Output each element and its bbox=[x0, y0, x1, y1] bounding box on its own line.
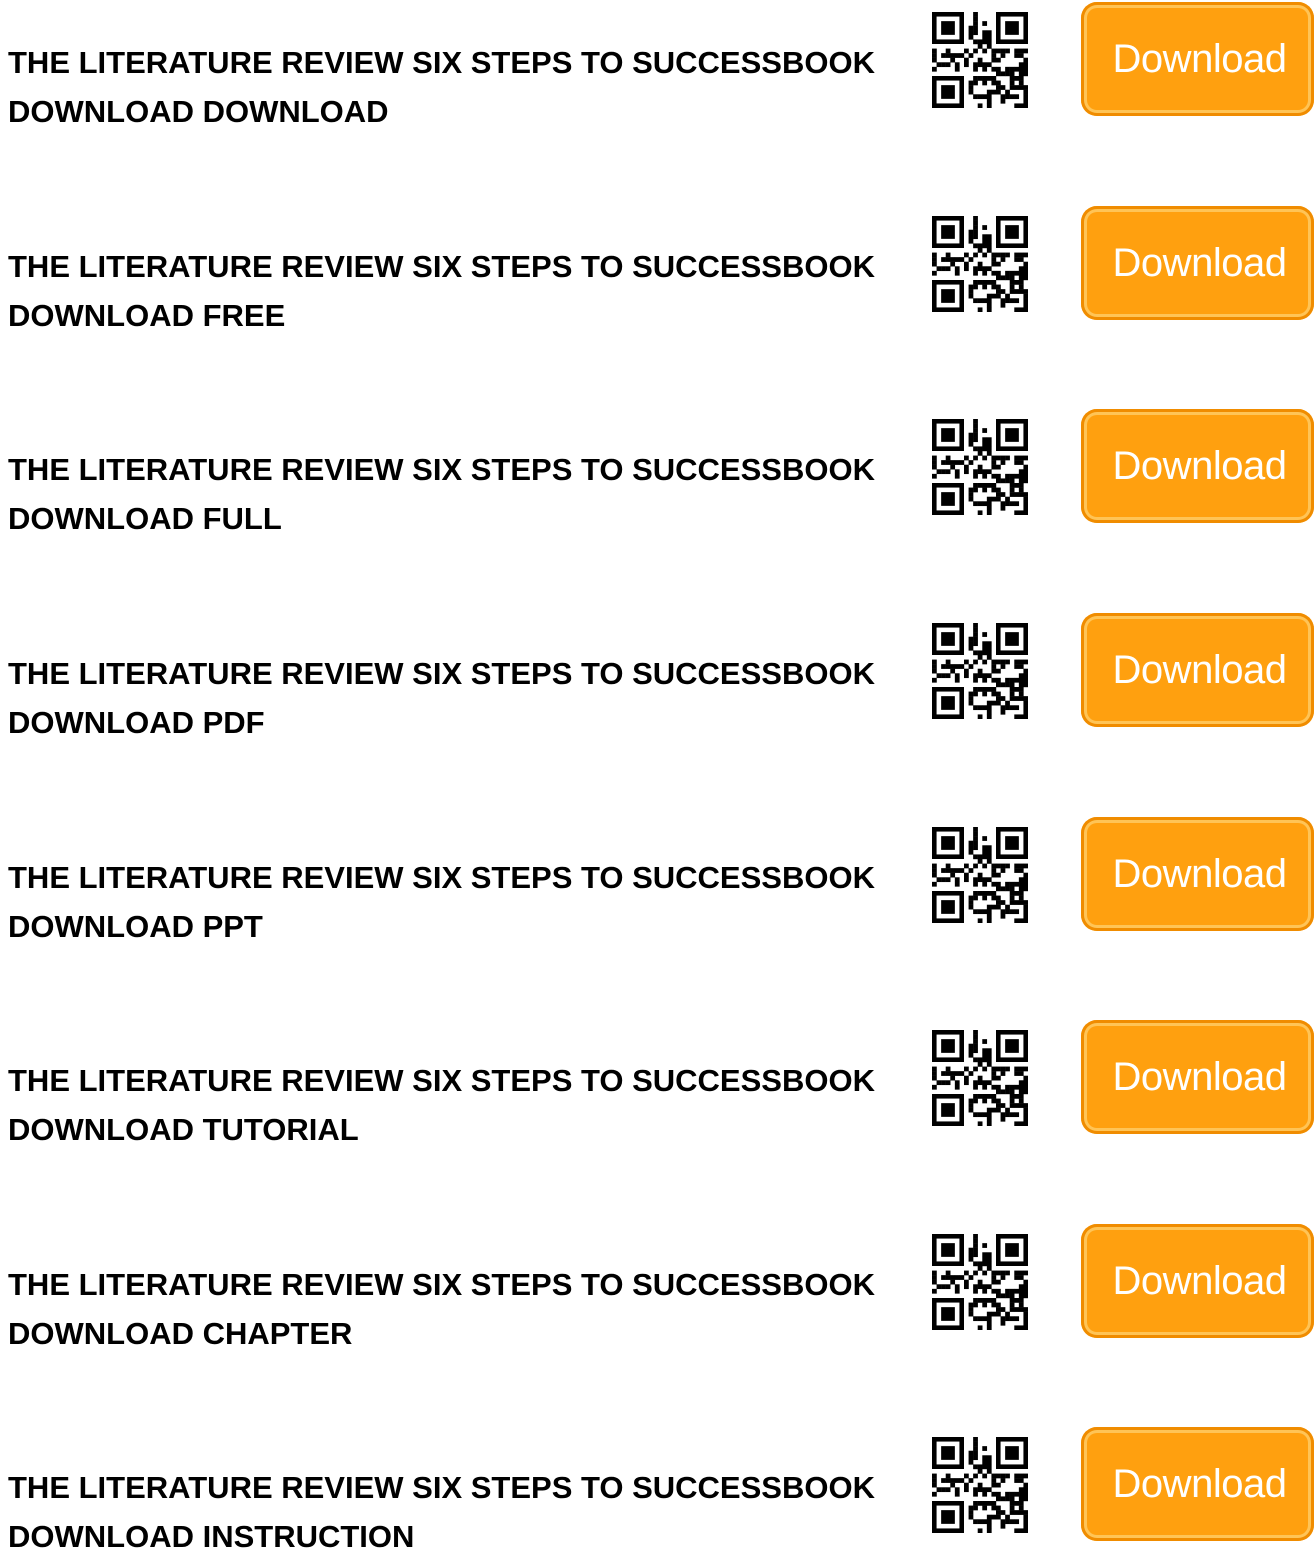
download-button-label: Download bbox=[1112, 36, 1287, 81]
qr-code-icon bbox=[932, 216, 1028, 312]
item-title: THE LITERATURE REVIEW SIX STEPS TO SUCCE… bbox=[8, 38, 918, 136]
item-title-line1: THE LITERATURE REVIEW SIX STEPS TO SUCCE… bbox=[8, 452, 875, 487]
list-item: THE LITERATURE REVIEW SIX STEPS TO SUCCE… bbox=[0, 1222, 1314, 1362]
item-title-line2: DOWNLOAD FULL bbox=[8, 501, 282, 536]
item-title: THE LITERATURE REVIEW SIX STEPS TO SUCCE… bbox=[8, 242, 918, 340]
qr-code-icon-graphic bbox=[932, 1234, 1028, 1330]
qr-code-icon bbox=[932, 419, 1028, 515]
item-title-line1: THE LITERATURE REVIEW SIX STEPS TO SUCCE… bbox=[8, 249, 875, 284]
qr-code-icon-graphic bbox=[932, 1030, 1028, 1126]
download-button-label: Download bbox=[1112, 1054, 1287, 1099]
item-title-line1: THE LITERATURE REVIEW SIX STEPS TO SUCCE… bbox=[8, 1470, 875, 1505]
qr-code-icon bbox=[932, 1437, 1028, 1533]
download-button[interactable]: Download bbox=[1081, 1020, 1314, 1134]
item-title-line2: DOWNLOAD PDF bbox=[8, 705, 265, 740]
qr-code-icon-graphic bbox=[932, 12, 1028, 108]
list-item: THE LITERATURE REVIEW SIX STEPS TO SUCCE… bbox=[0, 611, 1314, 751]
qr-code-icon-graphic bbox=[932, 1437, 1028, 1533]
list-item: THE LITERATURE REVIEW SIX STEPS TO SUCCE… bbox=[0, 1018, 1314, 1158]
item-title: THE LITERATURE REVIEW SIX STEPS TO SUCCE… bbox=[8, 1260, 918, 1358]
download-button[interactable]: Download bbox=[1081, 2, 1314, 116]
list-item: THE LITERATURE REVIEW SIX STEPS TO SUCCE… bbox=[0, 1425, 1314, 1565]
download-button[interactable]: Download bbox=[1081, 409, 1314, 523]
download-button-label: Download bbox=[1112, 851, 1287, 896]
download-button-label: Download bbox=[1112, 443, 1287, 488]
download-list: THE LITERATURE REVIEW SIX STEPS TO SUCCE… bbox=[0, 0, 1314, 1554]
list-item: THE LITERATURE REVIEW SIX STEPS TO SUCCE… bbox=[0, 204, 1314, 344]
qr-code-icon-graphic bbox=[932, 827, 1028, 923]
qr-code-icon-graphic bbox=[932, 623, 1028, 719]
download-button-label: Download bbox=[1112, 1258, 1287, 1303]
item-title-line1: THE LITERATURE REVIEW SIX STEPS TO SUCCE… bbox=[8, 45, 875, 80]
item-title: THE LITERATURE REVIEW SIX STEPS TO SUCCE… bbox=[8, 649, 918, 747]
qr-code-icon bbox=[932, 1234, 1028, 1330]
item-title-line2: DOWNLOAD FREE bbox=[8, 298, 286, 333]
download-button[interactable]: Download bbox=[1081, 817, 1314, 931]
download-button-label: Download bbox=[1112, 647, 1287, 692]
item-title: THE LITERATURE REVIEW SIX STEPS TO SUCCE… bbox=[8, 1463, 918, 1561]
download-button[interactable]: Download bbox=[1081, 1224, 1314, 1338]
item-title-line2: DOWNLOAD PPT bbox=[8, 909, 263, 944]
qr-code-icon bbox=[932, 12, 1028, 108]
qr-code-icon bbox=[932, 827, 1028, 923]
list-item: THE LITERATURE REVIEW SIX STEPS TO SUCCE… bbox=[0, 0, 1314, 140]
download-button[interactable]: Download bbox=[1081, 1427, 1314, 1541]
list-item: THE LITERATURE REVIEW SIX STEPS TO SUCCE… bbox=[0, 407, 1314, 547]
item-title-line1: THE LITERATURE REVIEW SIX STEPS TO SUCCE… bbox=[8, 656, 875, 691]
item-title-line2: DOWNLOAD DOWNLOAD bbox=[8, 94, 389, 129]
download-button[interactable]: Download bbox=[1081, 613, 1314, 727]
item-title-line1: THE LITERATURE REVIEW SIX STEPS TO SUCCE… bbox=[8, 1267, 875, 1302]
qr-code-icon bbox=[932, 1030, 1028, 1126]
item-title-line1: THE LITERATURE REVIEW SIX STEPS TO SUCCE… bbox=[8, 1063, 875, 1098]
qr-code-icon bbox=[932, 623, 1028, 719]
item-title: THE LITERATURE REVIEW SIX STEPS TO SUCCE… bbox=[8, 853, 918, 951]
item-title-line2: DOWNLOAD CHAPTER bbox=[8, 1316, 353, 1351]
download-button-label: Download bbox=[1112, 1461, 1287, 1506]
list-item: THE LITERATURE REVIEW SIX STEPS TO SUCCE… bbox=[0, 815, 1314, 955]
item-title-line1: THE LITERATURE REVIEW SIX STEPS TO SUCCE… bbox=[8, 860, 875, 895]
item-title-line2: DOWNLOAD TUTORIAL bbox=[8, 1112, 359, 1147]
item-title-line2: DOWNLOAD INSTRUCTION bbox=[8, 1519, 415, 1554]
qr-code-icon-graphic bbox=[932, 216, 1028, 312]
download-button-label: Download bbox=[1112, 240, 1287, 285]
download-button[interactable]: Download bbox=[1081, 206, 1314, 320]
qr-code-icon-graphic bbox=[932, 419, 1028, 515]
item-title: THE LITERATURE REVIEW SIX STEPS TO SUCCE… bbox=[8, 445, 918, 543]
item-title: THE LITERATURE REVIEW SIX STEPS TO SUCCE… bbox=[8, 1056, 918, 1154]
